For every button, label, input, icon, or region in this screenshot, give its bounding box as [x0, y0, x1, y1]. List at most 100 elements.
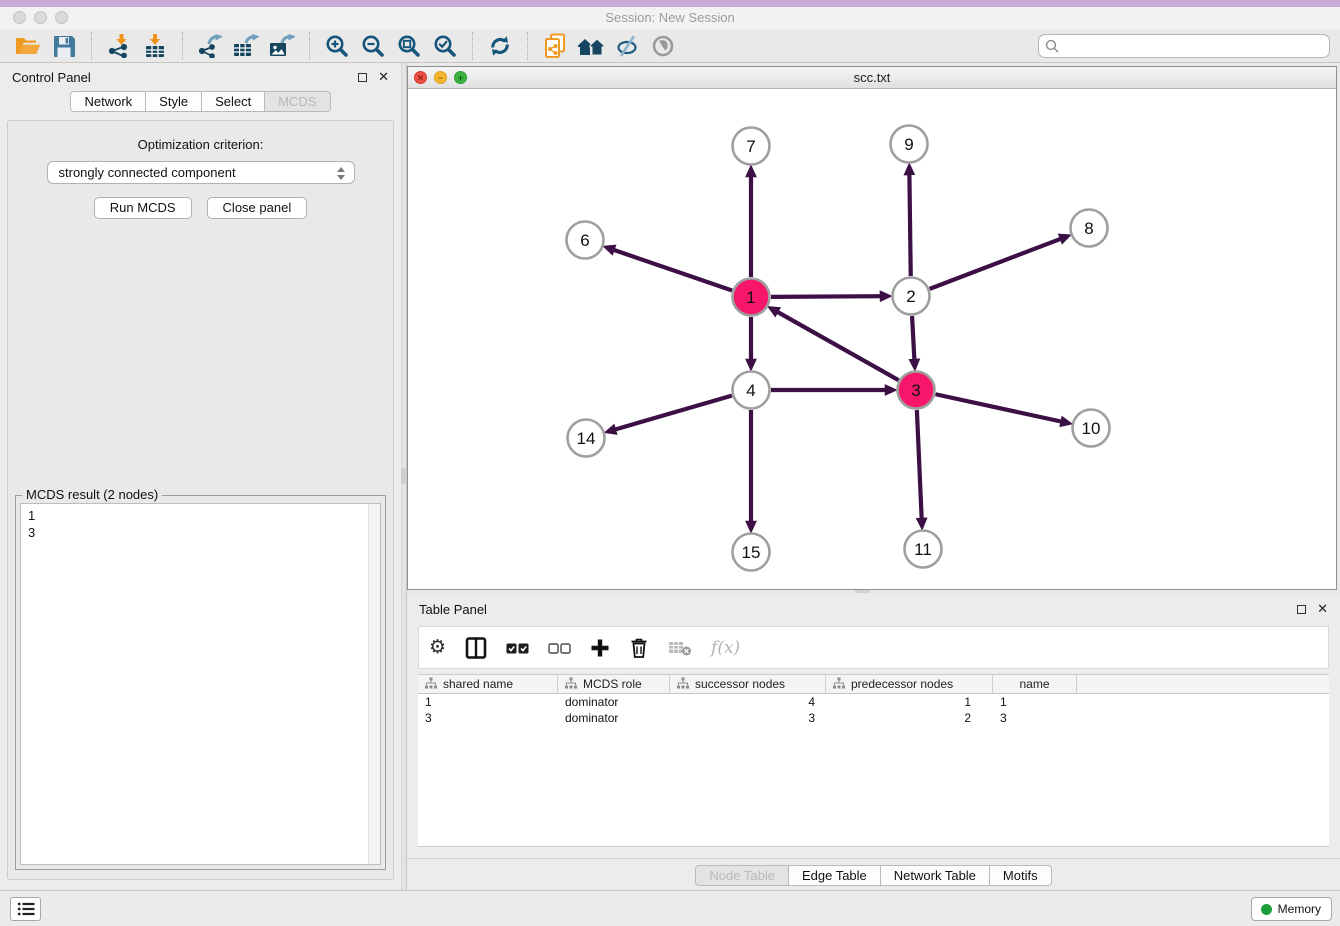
graph-node-label-6: 6 — [580, 231, 589, 250]
delete-column-icon[interactable] — [629, 633, 649, 663]
birdseye-view-icon[interactable] — [647, 31, 679, 61]
graph-node-label-14: 14 — [577, 429, 596, 448]
tab-node-table[interactable]: Node Table — [695, 865, 789, 886]
desktop-strip — [0, 0, 1340, 7]
table-header-row: shared name MCDS rolesuccessor nodesprede… — [418, 675, 1329, 694]
edge-3-10[interactable] — [936, 394, 1063, 421]
table-cell[interactable]: 2 — [826, 710, 993, 726]
minimize-window-button[interactable] — [34, 11, 47, 24]
mcds-result-title: MCDS result (2 nodes) — [22, 487, 162, 502]
edge-3-11[interactable] — [917, 410, 922, 520]
table-cell[interactable]: dominator — [558, 710, 670, 726]
toolbar-separator — [472, 32, 473, 60]
table-cell[interactable]: 3 — [670, 710, 826, 726]
tab-mcds[interactable]: MCDS — [265, 91, 330, 112]
close-panel-icon[interactable]: ✕ — [378, 71, 389, 83]
control-panel-title: Control Panel — [12, 70, 91, 85]
network-minimize-button[interactable]: − — [434, 71, 447, 84]
memory-button[interactable]: Memory — [1251, 897, 1332, 921]
table-row[interactable]: 1dominator411 — [418, 694, 1329, 710]
table-row[interactable]: 3dominator323 — [418, 710, 1329, 726]
tab-motifs[interactable]: Motifs — [990, 865, 1052, 886]
table-cell[interactable]: 3 — [993, 710, 1077, 726]
import-network-icon[interactable] — [103, 31, 135, 61]
run-mcds-button[interactable]: Run MCDS — [94, 197, 192, 219]
delete-table-icon[interactable] — [668, 633, 692, 663]
close-window-button[interactable] — [13, 11, 26, 24]
deselect-all-icon[interactable] — [548, 633, 571, 663]
function-builder-icon[interactable]: f(x) — [711, 633, 740, 663]
edge-2-8[interactable] — [930, 239, 1062, 289]
network-canvas[interactable]: 7968124314101511 — [408, 89, 1336, 589]
graph-node-label-10: 10 — [1082, 419, 1101, 438]
search-field[interactable] — [1038, 34, 1330, 58]
column-header-shared-name[interactable]: shared name — [418, 675, 558, 693]
mcds-panel-body: Optimization criterion: strongly connect… — [7, 120, 394, 880]
table-panel-header: Table Panel ✕ — [407, 595, 1340, 623]
column-header-successor-nodes[interactable]: successor nodes — [670, 675, 826, 693]
column-type-icon — [565, 677, 577, 692]
float-panel-icon[interactable] — [358, 73, 367, 82]
show-all-networks-icon[interactable] — [575, 31, 607, 61]
network-close-button[interactable]: ✕ — [414, 71, 427, 84]
maximize-window-button[interactable] — [55, 11, 68, 24]
close-panel-button[interactable]: Close panel — [207, 197, 308, 219]
status-bar: Memory — [0, 890, 1340, 926]
edge-4-14[interactable] — [614, 396, 731, 430]
export-image-icon[interactable] — [266, 31, 298, 61]
hide-graphics-details-icon[interactable] — [611, 31, 643, 61]
new-network-from-selection-icon[interactable] — [539, 31, 571, 61]
search-input[interactable] — [1063, 38, 1323, 53]
table-footer-divider — [407, 858, 1340, 859]
close-table-panel-icon[interactable]: ✕ — [1317, 603, 1328, 615]
session-title: Session: New Session — [0, 7, 1340, 29]
mcds-result-list[interactable]: 13 — [20, 503, 381, 865]
zoom-selected-icon[interactable] — [429, 31, 461, 61]
float-table-panel-icon[interactable] — [1297, 605, 1306, 614]
zoom-in-icon[interactable] — [321, 31, 353, 61]
table-panel-title: Table Panel — [419, 602, 487, 617]
network-window-titlebar[interactable]: ✕ − + scc.txt — [408, 67, 1336, 89]
open-session-icon[interactable] — [12, 31, 44, 61]
edge-2-9[interactable] — [909, 173, 910, 276]
column-type-icon — [677, 677, 689, 692]
tab-style[interactable]: Style — [146, 91, 202, 112]
zoom-out-icon[interactable] — [357, 31, 389, 61]
table-cell[interactable]: 3 — [418, 710, 558, 726]
edge-1-6[interactable] — [613, 250, 732, 291]
refresh-icon[interactable] — [484, 31, 516, 61]
export-network-icon[interactable] — [194, 31, 226, 61]
network-zoom-button[interactable]: + — [454, 71, 467, 84]
zoom-fit-icon[interactable] — [393, 31, 425, 61]
optimization-criterion-select[interactable]: strongly connected component — [47, 161, 355, 184]
edge-2-3[interactable] — [912, 316, 914, 361]
show-panels-button[interactable] — [10, 897, 41, 921]
table-cell[interactable]: 4 — [670, 694, 826, 710]
list-icon — [17, 901, 35, 917]
column-header-label: shared name — [443, 677, 513, 691]
graph-node-label-15: 15 — [742, 543, 761, 562]
table-cell[interactable]: 1 — [826, 694, 993, 710]
mcds-result-value: 3 — [28, 524, 373, 541]
import-table-icon[interactable] — [139, 31, 171, 61]
column-header-predecessor-nodes[interactable]: predecessor nodes — [826, 675, 993, 693]
column-header-name[interactable]: name — [993, 675, 1077, 693]
table-cell[interactable]: dominator — [558, 694, 670, 710]
tab-network-table[interactable]: Network Table — [881, 865, 990, 886]
add-column-icon[interactable] — [590, 633, 610, 663]
table-cell[interactable]: 1 — [993, 694, 1077, 710]
edge-1-2[interactable] — [771, 296, 882, 297]
column-selector-icon[interactable] — [465, 633, 487, 663]
save-session-icon[interactable] — [48, 31, 80, 61]
table-cell[interactable]: 1 — [418, 694, 558, 710]
column-header-MCDS-role[interactable]: MCDS role — [558, 675, 670, 693]
export-table-icon[interactable] — [230, 31, 262, 61]
tab-network[interactable]: Network — [70, 91, 146, 112]
tab-edge-table[interactable]: Edge Table — [789, 865, 881, 886]
edge-3-1[interactable] — [777, 311, 899, 380]
graph-node-label-8: 8 — [1084, 219, 1093, 238]
table-settings-icon[interactable]: ⚙ — [429, 633, 446, 663]
tab-select[interactable]: Select — [202, 91, 265, 112]
select-all-icon[interactable] — [506, 633, 529, 663]
result-scrollbar[interactable] — [368, 504, 380, 864]
